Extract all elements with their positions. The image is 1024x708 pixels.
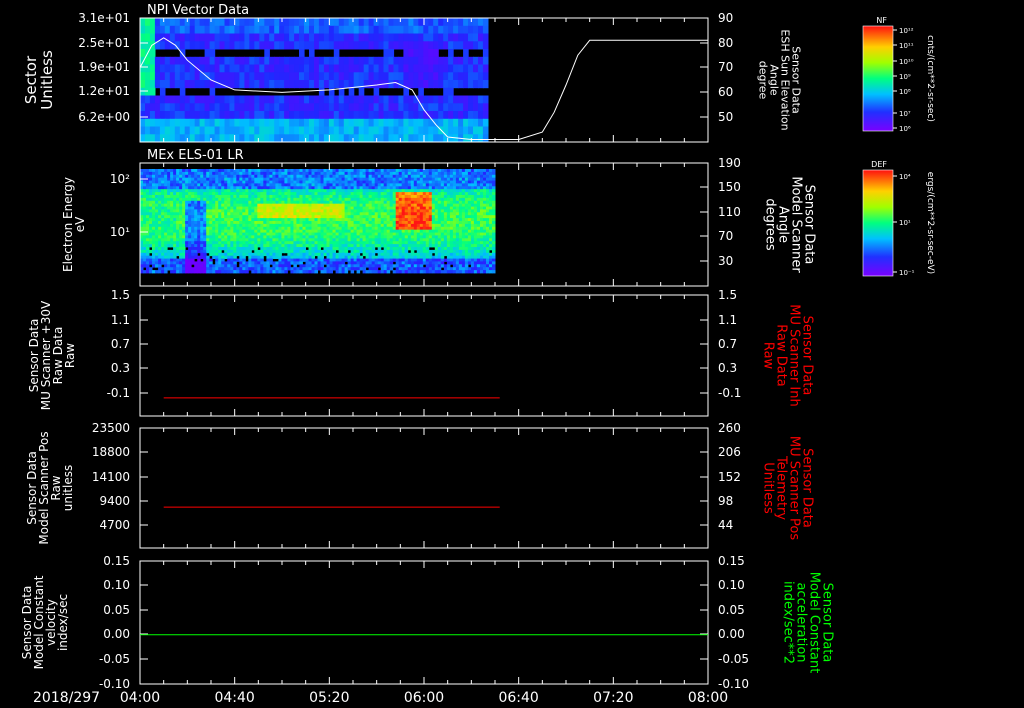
x-tick-label: 08:00 [688,690,728,706]
panel-5-ytick-label: 0.15 [103,554,130,568]
panel-1-ytick-label: 3.1e+01 [78,11,130,25]
panel-5-ytick-label: -0.05 [99,652,130,666]
panel-5-y2tick-label: 0.15 [718,554,745,568]
colorbar-2-tick: 10¹ [899,219,911,227]
chart-canvas: NPI Vector Data 3.1e+01 2.5e+01 1.9e+01 1.2e… [0,0,1024,708]
panel-1-ytick-label: 1.9e+01 [78,60,130,74]
colorbar-1-label: NF [876,16,887,25]
panel-4-ytick-label: 18800 [92,445,130,459]
panel-5-y2tick-label: 0.00 [718,627,745,641]
colorbar-1-tick: 10¹² [899,27,914,35]
panel-4-y2tick-label: 152 [718,470,741,484]
colorbar-2-tick: 10⁻¹ [899,269,915,277]
panel-2-y2tick-label: 190 [718,156,741,170]
panel-1-y2tick-label: 90 [718,11,733,25]
panel-5-y2tick-label: -0.05 [718,652,749,666]
panel-4-y2tick-label: 98 [718,494,733,508]
panel-2-ytick-label: 10² [110,172,130,186]
colorbar-1-tick: 10¹¹ [899,42,914,50]
panel-1-ytick-label: 1.2e+01 [78,84,130,98]
panel-3-y2tick-label: 0.7 [718,337,737,351]
panel-3-y2tick-label: 1.5 [718,288,737,302]
x-tick-label: 07:20 [593,690,633,706]
npi-spectrogram [140,18,489,143]
panel-3-ytick-label: 0.7 [111,337,130,351]
panel-5-ytick-label: 0.05 [103,603,130,617]
x-tick-label: 06:00 [404,690,444,706]
colorbar-1-tick: 10⁶ [899,125,911,133]
panel-3-y2tick-label: 1.1 [718,313,737,327]
panel-3-ytick-label: 0.3 [111,361,130,375]
panel-3-ytick-label: -0.1 [107,386,130,400]
panel-1-y2tick-label: 60 [718,85,733,99]
date-label: 2018/297 [33,690,100,706]
panel-4-ytick-label: 23500 [92,421,130,435]
colorbar-2-label: DEF [871,160,887,169]
panel-1-y2tick-label: 70 [718,60,733,74]
panel-4-y2tick-label: 44 [718,518,733,532]
colorbar-1-tick: 10⁷ [899,110,911,118]
colorbar-2-tick: 10⁴ [899,173,911,181]
panel-2-ytick-label: 10¹ [110,225,130,239]
panel-1-ytick-label: 6.2e+00 [78,110,130,124]
panel-2-title: MEx ELS-01 LR [147,148,244,163]
panel-5-y2tick-label: 0.10 [718,578,745,592]
panel-4-ytick-label: 14100 [92,470,130,484]
panel-4-y2tick-label: 260 [718,421,741,435]
panel-5-ytick-label: -0.10 [99,677,130,691]
panel-2-y2tick-label: 110 [718,205,741,219]
x-tick-label: 06:40 [498,690,538,706]
panel-1-ylabel: SectorUnitless [22,50,56,110]
panel-2-y2tick-label: 30 [718,254,733,268]
x-tick-label: 04:40 [214,690,254,706]
colorbar-1-tick: 10¹⁰ [899,58,914,66]
panel-2-y2tick-label: 150 [718,180,741,194]
panel-5-y2label: Sensor DataModel Constantaccelerationind… [781,572,835,674]
panel-5-y2tick-label: -0.10 [718,677,749,691]
panel-3-y2tick-label: 0.3 [718,361,737,375]
colorbar-1-tick: 10⁸ [899,88,911,96]
panel-1-y2tick-label: 80 [718,36,733,50]
panel-3-ytick-label: 1.5 [111,288,130,302]
panel-5-ytick-label: 0.10 [103,578,130,592]
panel-4-ytick-label: 4700 [99,518,130,532]
panel-4-ytick-label: 9400 [99,494,130,508]
panel-1-ytick-label: 2.5e+01 [78,36,130,50]
colorbar-1-tick: 10⁹ [899,73,911,81]
els-spectrogram [140,169,496,274]
x-tick-label: 05:20 [309,690,349,706]
colorbar-1-unit: cnts/(cm**2-sr-sec) [925,35,935,122]
panel-2-y2tick-label: 70 [718,229,733,243]
panel-1-y2tick-label: 50 [718,110,733,124]
x-tick-label: 04:00 [120,690,160,706]
panel-1-title: NPI Vector Data [147,3,249,18]
panel-3-ytick-label: 1.1 [111,313,130,327]
panel-5-ytick-label: 0.00 [103,627,130,641]
panel-3-y2tick-label: -0.1 [718,386,741,400]
panel-5-y2tick-label: 0.05 [718,603,745,617]
colorbar-2-unit: ergs/(cm**2-sr-sec-eV) [925,172,935,274]
panel-4-y2tick-label: 206 [718,445,741,459]
